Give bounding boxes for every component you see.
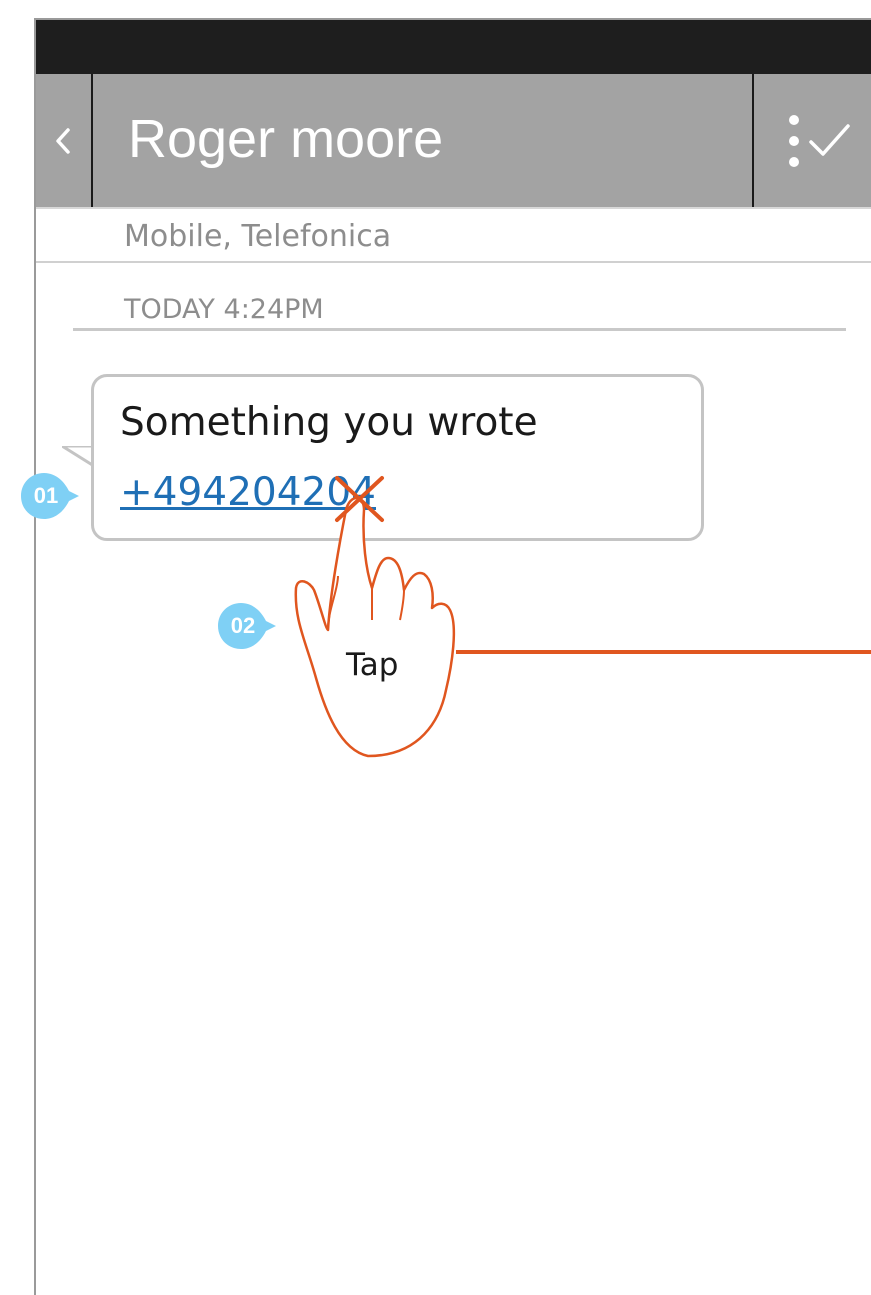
header-separator (36, 207, 871, 209)
header-divider (91, 74, 93, 207)
timestamp-separator (73, 328, 846, 331)
select-check-icon (789, 115, 850, 167)
annotation-marker-01: 01 (21, 473, 79, 519)
annotation-number: 01 (33, 483, 59, 508)
gesture-label: Tap (346, 647, 399, 683)
screen: Roger moore Mobile, Telefonica TODAY 4:2… (0, 0, 871, 1295)
status-bar (36, 20, 871, 74)
annotation-connector (456, 650, 871, 654)
annotation-number: 02 (230, 613, 256, 638)
tap-hand-icon (294, 476, 456, 758)
app-header: Roger moore (36, 74, 871, 207)
chevron-left-icon (56, 128, 70, 154)
select-messages-button[interactable] (754, 74, 871, 207)
back-button[interactable] (36, 74, 91, 207)
contact-subtitle: Mobile, Telefonica (124, 219, 392, 254)
subtitle-separator (36, 261, 871, 263)
message-timestamp: TODAY 4:24PM (124, 294, 324, 325)
device-frame-left (34, 18, 36, 1295)
page-title: Roger moore (128, 109, 444, 169)
message-text: Something you wrote (120, 400, 538, 445)
annotation-marker-02: 02 (218, 603, 276, 649)
